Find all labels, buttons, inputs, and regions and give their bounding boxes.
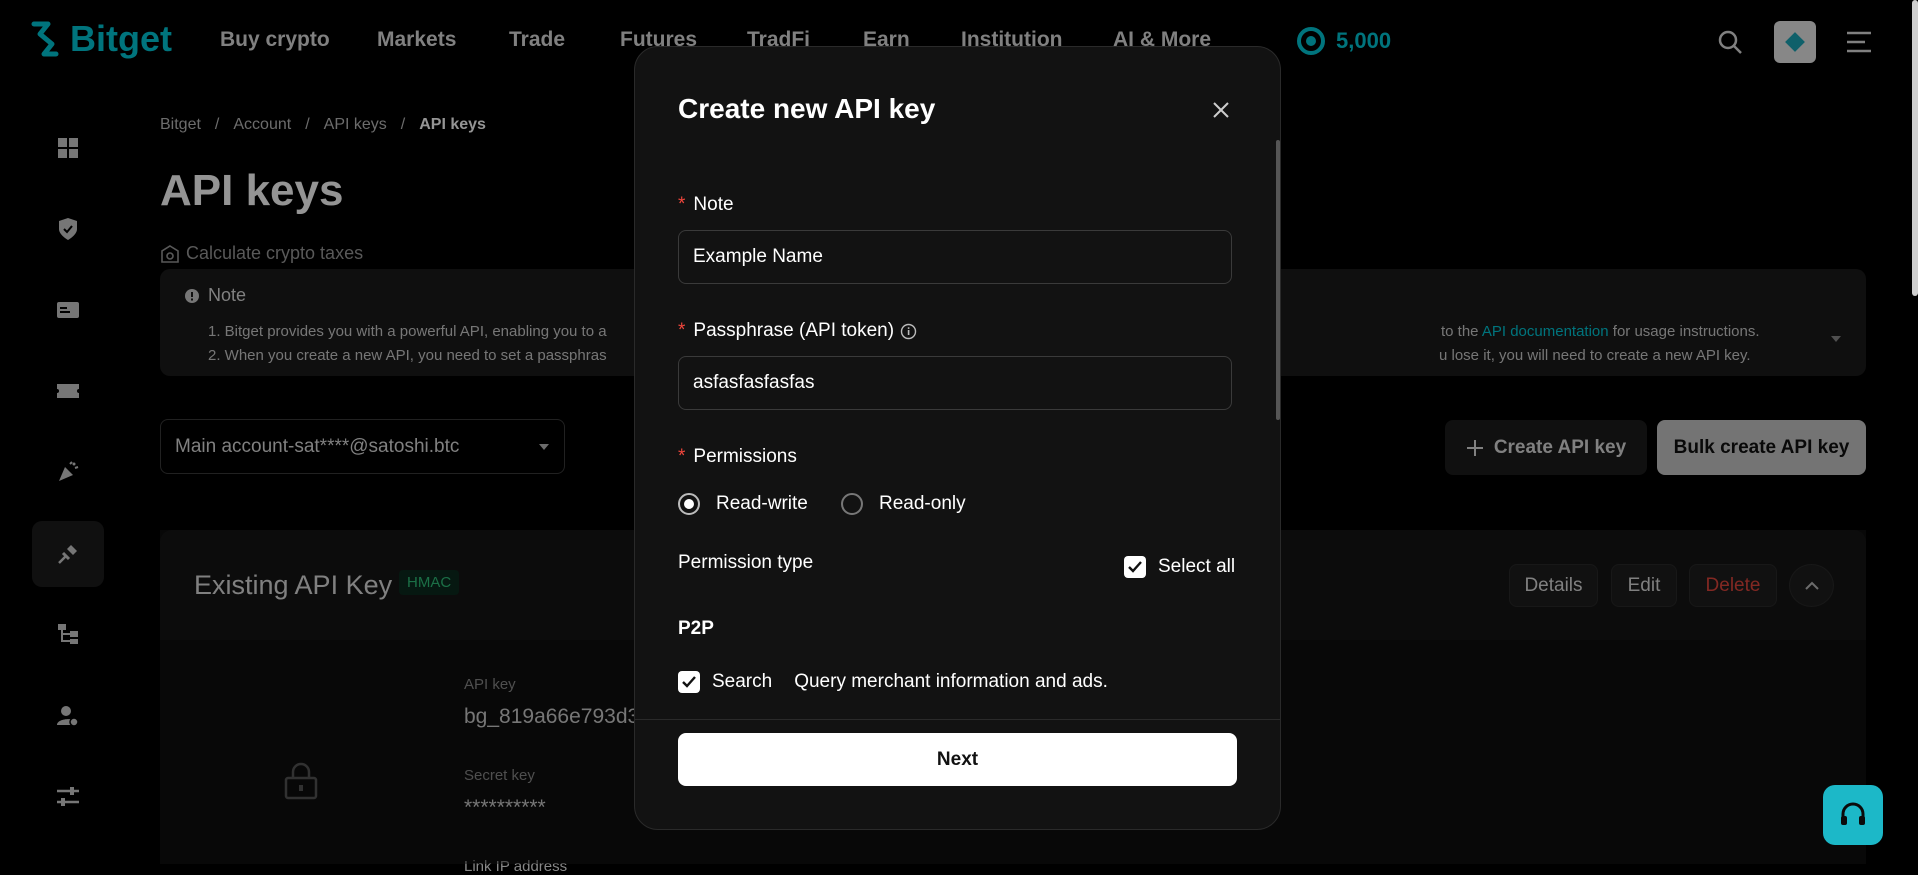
support-button[interactable] — [1823, 785, 1883, 845]
close-button[interactable] — [1206, 95, 1236, 125]
permissions-label: * Permissions — [678, 446, 797, 468]
info-icon[interactable] — [900, 323, 917, 340]
note-label-text: Note — [693, 194, 734, 215]
check-icon — [1128, 561, 1142, 573]
radio-read-only[interactable]: Read-only — [841, 493, 966, 515]
radio-read-write-control[interactable] — [678, 493, 700, 515]
close-icon — [1213, 102, 1229, 118]
radio-read-write-label: Read-write — [716, 493, 808, 514]
note-input[interactable]: Example Name — [678, 230, 1232, 284]
radio-read-only-control[interactable] — [841, 493, 863, 515]
required-marker: * — [678, 320, 686, 341]
passphrase-field-label: * Passphrase (API token) — [678, 320, 917, 342]
search-permission-desc: Query merchant information and ads. — [794, 671, 1108, 692]
passphrase-label-text: Passphrase (API token) — [693, 320, 895, 341]
note-field-label: * Note — [678, 194, 734, 216]
next-button[interactable]: Next — [678, 733, 1237, 786]
radio-selected-dot — [684, 499, 694, 509]
page-scrollbar[interactable] — [1912, 0, 1918, 296]
modal-title: Create new API key — [678, 93, 936, 124]
radio-read-write[interactable]: Read-write — [678, 493, 808, 515]
select-all-checkbox-box[interactable] — [1124, 556, 1146, 578]
select-all-label: Select all — [1158, 556, 1236, 577]
modal-scrollbar[interactable] — [1276, 140, 1280, 420]
note-input-value: Example Name — [693, 246, 823, 267]
section-p2p: P2P — [678, 618, 714, 639]
radio-read-only-label: Read-only — [879, 493, 966, 514]
check-icon — [682, 676, 696, 688]
footer-divider — [635, 719, 1280, 720]
permission-search-row[interactable]: Search Query merchant information and ad… — [678, 671, 1108, 693]
select-all-checkbox[interactable]: Select all — [1124, 556, 1235, 578]
search-permission-label: Search — [712, 671, 773, 692]
search-permission-checkbox[interactable] — [678, 671, 700, 693]
required-marker: * — [678, 446, 686, 467]
permissions-label-text: Permissions — [693, 446, 797, 467]
required-marker: * — [678, 194, 686, 215]
passphrase-input[interactable]: asfasfasfasfas — [678, 356, 1232, 410]
create-api-key-modal: Create new API key * Note Example Name * P… — [634, 46, 1281, 830]
headset-icon — [1841, 802, 1865, 825]
passphrase-input-value: asfasfasfasfas — [693, 372, 815, 393]
permission-type-label: Permission type — [678, 552, 814, 573]
